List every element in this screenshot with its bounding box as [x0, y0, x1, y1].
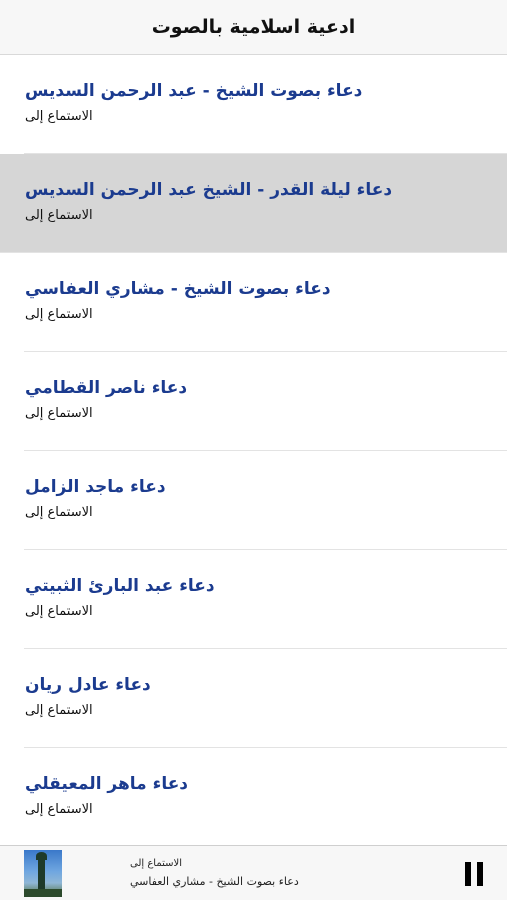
page-title: ادعية اسلامية بالصوت [151, 16, 356, 38]
list-item-subtitle: الاستماع إلى [25, 604, 93, 619]
list-item[interactable]: دعاء عادل ريان الاستماع إلى [0, 649, 507, 748]
pause-bar-right [477, 862, 483, 886]
now-playing-subtitle: الاستماع إلى [130, 858, 183, 869]
pause-icon[interactable] [463, 862, 485, 886]
list-item-subtitle: الاستماع إلى [25, 802, 93, 817]
list-item-title: دعاء ليلة القدر - الشيخ عبد الرحمن السدي… [25, 180, 393, 200]
list-item-title: دعاء بصوت الشيخ - مشاري العفاسي [25, 279, 331, 299]
list-item-subtitle: الاستماع إلى [25, 109, 93, 124]
list-item-title: دعاء عادل ريان [25, 675, 151, 695]
list-item[interactable]: دعاء ماجد الزامل الاستماع إلى [0, 451, 507, 550]
list-item-title: دعاء ماجد الزامل [25, 477, 166, 497]
list-item-subtitle: الاستماع إلى [25, 505, 93, 520]
now-playing-bar[interactable]: الاستماع إلى دعاء بصوت الشيخ - مشاري الع… [0, 845, 507, 900]
navigation-bar: ادعية اسلامية بالصوت [0, 0, 507, 55]
list-item-subtitle: الاستماع إلى [25, 703, 93, 718]
prayer-list: دعاء بصوت الشيخ - عبد الرحمن السديس الاس… [0, 55, 507, 847]
list-item-subtitle: الاستماع إلى [25, 406, 93, 421]
now-playing-title: دعاء بصوت الشيخ - مشاري العفاسي [130, 875, 299, 888]
list-item[interactable]: دعاء عبد البارئ الثبيتي الاستماع إلى [0, 550, 507, 649]
list-item[interactable]: دعاء بصوت الشيخ - عبد الرحمن السديس الاس… [0, 55, 507, 154]
app-screen: ادعية اسلامية بالصوت دعاء بصوت الشيخ - ع… [0, 0, 507, 900]
thumbnail-ground [24, 889, 62, 897]
list-item-subtitle: الاستماع إلى [25, 208, 93, 223]
list-item-title: دعاء ماهر المعيقلي [25, 774, 189, 794]
pause-bar-left [465, 862, 471, 886]
list-item-title: دعاء ناصر القطامي [25, 378, 188, 398]
list-item-title: دعاء عبد البارئ الثبيتي [25, 576, 215, 596]
list-item[interactable]: دعاء ناصر القطامي الاستماع إلى [0, 352, 507, 451]
list-item[interactable]: دعاء ماهر المعيقلي الاستماع إلى [0, 748, 507, 847]
list-item[interactable]: دعاء بصوت الشيخ - مشاري العفاسي الاستماع… [0, 253, 507, 352]
list-item-title: دعاء بصوت الشيخ - عبد الرحمن السديس [25, 81, 363, 101]
mosque-minaret-icon [24, 850, 62, 897]
list-item-selected[interactable]: دعاء ليلة القدر - الشيخ عبد الرحمن السدي… [0, 154, 507, 253]
list-item-subtitle: الاستماع إلى [25, 307, 93, 322]
